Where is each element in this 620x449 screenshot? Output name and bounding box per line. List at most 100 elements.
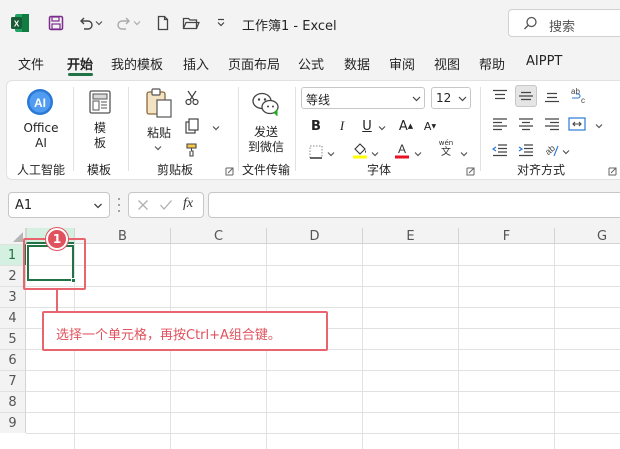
borders-icon[interactable] bbox=[307, 143, 325, 161]
gridline bbox=[26, 370, 620, 371]
row-header-5[interactable]: 5 bbox=[0, 328, 26, 349]
font-color-icon[interactable]: A bbox=[393, 141, 411, 159]
font-size-select[interactable]: 12 bbox=[431, 87, 471, 109]
tab-view[interactable]: 视图 bbox=[434, 54, 460, 73]
group-label-file-transfer: 文件传输 bbox=[242, 163, 291, 177]
gridline bbox=[26, 391, 620, 392]
annotation-text: 选择一个单元格，再按Ctrl+A组合键。 bbox=[56, 328, 281, 343]
group-label-clipboard: 剪贴板 bbox=[157, 163, 194, 177]
paste-dropdown-icon[interactable] bbox=[152, 143, 164, 153]
copy-icon[interactable] bbox=[183, 117, 201, 135]
tab-home[interactable]: 开始 bbox=[67, 54, 93, 73]
wechat-icon bbox=[252, 92, 279, 116]
bold-button[interactable]: B bbox=[307, 117, 325, 135]
column-header-e[interactable]: E bbox=[362, 228, 458, 244]
send-to-wechat-button[interactable] bbox=[251, 91, 281, 117]
chevron-down-icon bbox=[94, 203, 102, 209]
align-top-icon[interactable] bbox=[491, 87, 509, 105]
search-input[interactable]: 搜索 bbox=[508, 9, 620, 37]
enter-check-icon[interactable] bbox=[159, 199, 173, 211]
customize-dropdown-icon[interactable] bbox=[210, 12, 232, 34]
template-button[interactable] bbox=[87, 89, 113, 115]
column-header-c[interactable]: C bbox=[170, 228, 266, 244]
column-header-f[interactable]: F bbox=[458, 228, 554, 244]
decrease-indent-icon[interactable] bbox=[491, 141, 509, 159]
row-header-6[interactable]: 6 bbox=[0, 349, 26, 370]
shrink-font-button[interactable]: A ▼ bbox=[421, 117, 439, 135]
group-separator bbox=[295, 87, 296, 171]
increase-indent-icon[interactable] bbox=[517, 141, 535, 159]
borders-dropdown-icon[interactable] bbox=[325, 145, 337, 163]
column-header-d[interactable]: D bbox=[266, 228, 362, 244]
formula-buttons: fx bbox=[128, 192, 204, 218]
cut-icon[interactable] bbox=[183, 89, 201, 107]
save-icon[interactable] bbox=[45, 12, 67, 34]
underline-dropdown-icon[interactable] bbox=[376, 119, 388, 137]
column-header-g[interactable]: G bbox=[554, 228, 620, 244]
underline-button[interactable]: U bbox=[358, 117, 376, 135]
align-center-icon[interactable] bbox=[517, 115, 535, 133]
paste-icon bbox=[146, 88, 172, 118]
tab-insert[interactable]: 插入 bbox=[183, 54, 209, 73]
alignment-launcher-icon[interactable] bbox=[608, 167, 617, 176]
tab-page-layout[interactable]: 页面布局 bbox=[228, 54, 280, 73]
paste-label: 粘贴 bbox=[146, 126, 171, 140]
row-header-3[interactable]: 3 bbox=[0, 286, 26, 307]
tab-help[interactable]: 帮助 bbox=[479, 54, 505, 73]
search-placeholder: 搜索 bbox=[549, 20, 576, 35]
copy-dropdown-icon[interactable] bbox=[210, 119, 222, 137]
template-label-2: 板 bbox=[93, 136, 106, 150]
undo-dropdown-icon[interactable] bbox=[93, 12, 105, 34]
paste-button[interactable] bbox=[144, 87, 174, 119]
ribbon-home: AI Office AI 人工智能 模 板 模板 粘贴 剪贴板 发送 到微信 文… bbox=[6, 80, 620, 180]
row-header-4[interactable]: 4 bbox=[0, 307, 26, 328]
align-right-icon[interactable] bbox=[543, 115, 561, 133]
insert-function-icon[interactable]: fx bbox=[183, 196, 193, 212]
new-file-icon[interactable] bbox=[152, 12, 174, 34]
align-middle-icon[interactable] bbox=[515, 85, 537, 107]
group-label-font: 字体 bbox=[367, 163, 392, 177]
formula-bar-splitter[interactable] bbox=[116, 198, 122, 212]
wrap-text-icon[interactable]: ab c bbox=[569, 85, 589, 105]
tab-my-templates[interactable]: 我的模板 bbox=[111, 54, 163, 73]
font-color-dropdown-icon[interactable] bbox=[412, 145, 424, 163]
redo-dropdown-icon[interactable] bbox=[131, 12, 143, 34]
gridline bbox=[362, 244, 363, 449]
tab-file[interactable]: 文件 bbox=[18, 54, 44, 73]
office-ai-button[interactable]: AI bbox=[25, 87, 55, 117]
phonetic-guide-button[interactable]: wén 文 bbox=[436, 139, 456, 161]
phonetic-top: wén bbox=[438, 139, 454, 147]
phonetic-dropdown-icon[interactable] bbox=[458, 145, 470, 163]
annotation-step-badge: 1 bbox=[46, 228, 68, 250]
fill-color-icon[interactable] bbox=[351, 141, 369, 159]
shrink-font-glyph: A bbox=[423, 119, 432, 133]
tab-data[interactable]: 数据 bbox=[344, 54, 370, 73]
format-painter-icon[interactable] bbox=[183, 141, 201, 159]
cancel-icon[interactable] bbox=[137, 199, 149, 211]
name-box[interactable]: A1 bbox=[8, 192, 110, 218]
align-left-icon[interactable] bbox=[491, 115, 509, 133]
align-bottom-icon[interactable] bbox=[543, 87, 561, 105]
column-header-b[interactable]: B bbox=[74, 228, 170, 244]
merge-center-icon[interactable] bbox=[567, 115, 587, 133]
clipboard-launcher-icon[interactable] bbox=[225, 167, 234, 176]
row-header-7[interactable]: 7 bbox=[0, 370, 26, 391]
merge-dropdown-icon[interactable] bbox=[593, 117, 605, 135]
formula-input[interactable] bbox=[208, 192, 620, 218]
row-header-9[interactable]: 9 bbox=[0, 412, 26, 433]
tab-aippt[interactable]: AIPPT bbox=[526, 54, 562, 69]
tab-review[interactable]: 审阅 bbox=[389, 54, 415, 73]
open-folder-icon[interactable] bbox=[180, 12, 202, 34]
group-separator bbox=[128, 87, 129, 171]
row-header-8[interactable]: 8 bbox=[0, 391, 26, 412]
italic-button[interactable]: I bbox=[333, 117, 351, 135]
font-launcher-icon[interactable] bbox=[466, 167, 475, 176]
grow-font-button[interactable]: A ▲ bbox=[397, 117, 415, 135]
ribbon-area: AI Office AI 人工智能 模 板 模板 粘贴 剪贴板 发送 到微信 文… bbox=[0, 76, 620, 186]
orientation-dropdown-icon[interactable] bbox=[560, 143, 572, 161]
tab-formulas[interactable]: 公式 bbox=[298, 54, 324, 73]
select-all-triangle-icon bbox=[13, 232, 23, 242]
orientation-icon[interactable]: ab bbox=[543, 141, 561, 159]
group-separator bbox=[480, 87, 481, 171]
font-name-select[interactable]: 等线 bbox=[301, 87, 425, 109]
